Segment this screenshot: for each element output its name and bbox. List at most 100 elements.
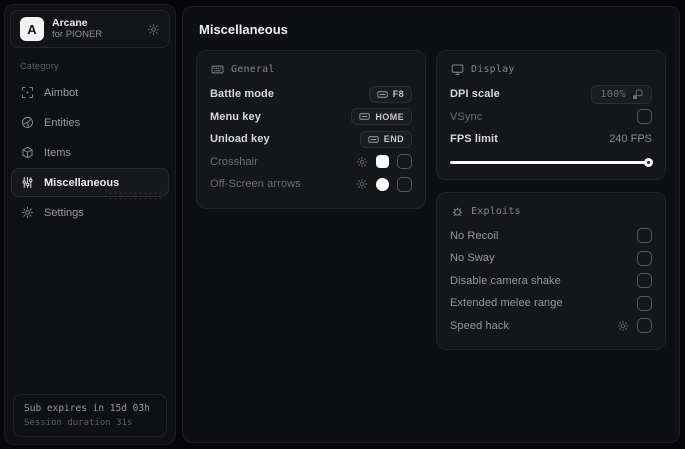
setting-row-unload-key: Unload key END [210, 128, 412, 151]
gear-icon[interactable] [356, 156, 368, 168]
content-columns: General Battle mode F8 Menu key HOME Unl… [196, 50, 666, 350]
setting-row-no-recoil: No Recoil [450, 225, 652, 248]
keybind-value: END [383, 134, 404, 145]
no-recoil-checkbox[interactable] [637, 228, 652, 244]
setting-row-offscreen-arrows: Off-Screen arrows [210, 173, 412, 196]
setting-label: Crosshair [210, 155, 258, 168]
display-panel: Display DPI scale 100% VSync FPS limit 2… [436, 50, 666, 180]
app-logo: A [20, 17, 44, 41]
setting-label: FPS limit [450, 133, 498, 146]
setting-row-speed-hack: Speed hack [450, 315, 652, 338]
offscreen-arrows-controls [356, 176, 412, 192]
setting-label: Battle mode [210, 88, 275, 101]
dpi-scale-value: 100% [600, 88, 626, 100]
no-sway-checkbox[interactable] [637, 250, 652, 266]
general-panel: General Battle mode F8 Menu key HOME Unl… [196, 50, 426, 209]
sidebar-item-label: Miscellaneous [44, 176, 120, 189]
right-column: Display DPI scale 100% VSync FPS limit 2… [436, 50, 666, 350]
sidebar-item-settings[interactable]: Settings [11, 198, 169, 227]
left-column: General Battle mode F8 Menu key HOME Unl… [196, 50, 426, 209]
setting-label: Disable camera shake [450, 274, 561, 287]
keybind-value: HOME [375, 111, 404, 122]
vsync-checkbox[interactable] [637, 109, 652, 125]
setting-label: No Recoil [450, 229, 499, 242]
scale-icon [633, 89, 643, 99]
setting-label: No Sway [450, 252, 495, 265]
sidebar-item-aimbot[interactable]: Aimbot [11, 78, 169, 107]
sub-expires-text: Sub expires in 15d 03h [24, 403, 150, 414]
setting-label: Speed hack [450, 319, 510, 332]
setting-row-crosshair: Crosshair [210, 151, 412, 174]
crosshair-checkbox[interactable] [397, 154, 412, 170]
speed-hack-controls [617, 318, 652, 334]
color-swatch[interactable] [376, 155, 389, 169]
crosshair-controls [356, 154, 412, 170]
setting-label: VSync [450, 110, 483, 123]
setting-label: Unload key [210, 133, 270, 146]
page-title: Miscellaneous [199, 22, 288, 37]
slider-track [450, 160, 652, 164]
app-meta: Arcane for PIONER [52, 17, 139, 41]
setting-row-fps-limit: FPS limit 240 FPS [450, 128, 652, 151]
sidebar-nav: Aimbot Entities Items Miscellaneous Sett… [5, 78, 175, 227]
slider-handle[interactable] [644, 157, 653, 167]
display-panel-header: Display [451, 63, 652, 76]
display-panel-title: Display [471, 64, 515, 75]
setting-row-extended-melee-range: Extended melee range [450, 292, 652, 315]
setting-row-disable-camera-shake: Disable camera shake [450, 270, 652, 293]
session-duration-text: Session duration 31s [24, 418, 133, 428]
app-header-card: A Arcane for PIONER [10, 10, 170, 48]
speed-hack-checkbox[interactable] [637, 318, 652, 334]
general-panel-title: General [231, 64, 275, 75]
sliders-icon [21, 176, 34, 189]
keybind-value: F8 [392, 89, 404, 100]
main-panel: Miscellaneous General Battle mode F8 Men… [182, 6, 680, 443]
color-swatch[interactable] [376, 177, 389, 191]
sidebar-item-label: Aimbot [44, 86, 79, 99]
fps-limit-slider[interactable] [450, 157, 653, 167]
sidebar-item-label: Items [44, 146, 71, 159]
sidebar-item-label: Settings [44, 206, 84, 219]
gear-icon[interactable] [147, 23, 160, 36]
offscreen-arrows-checkbox[interactable] [397, 176, 412, 192]
app-name: Arcane [52, 17, 88, 29]
sidebar-item-entities[interactable]: Entities [11, 108, 169, 137]
scan-icon [21, 86, 34, 99]
keyboard-icon [368, 136, 379, 143]
bug-icon [451, 205, 464, 218]
sidebar-item-miscellaneous[interactable]: Miscellaneous [11, 168, 169, 202]
sidebar: A Arcane for PIONER Category Aimbot Enti… [4, 4, 176, 445]
keybind-chip-menu-key[interactable]: HOME [351, 108, 412, 126]
general-panel-header: General [211, 63, 412, 76]
disable-camera-shake-checkbox[interactable] [637, 273, 652, 289]
setting-row-battle-mode: Battle mode F8 [210, 83, 412, 106]
category-label: Category [20, 61, 59, 71]
package-icon [21, 146, 34, 159]
radar-icon [21, 116, 34, 129]
exploits-panel-title: Exploits [471, 205, 521, 217]
subscription-card: Sub expires in 15d 03h Session duration … [13, 394, 167, 437]
keyboard-icon [377, 91, 388, 98]
gear-icon [21, 206, 34, 219]
monitor-icon [451, 63, 464, 76]
keybind-chip-battle-mode[interactable]: F8 [368, 85, 412, 103]
keyboard-icon [211, 63, 224, 76]
exploits-panel-header: Exploits [451, 205, 652, 218]
setting-label: Extended melee range [450, 297, 563, 310]
setting-row-no-sway: No Sway [450, 247, 652, 270]
exploits-panel: Exploits No Recoil No Sway Disable camer… [436, 191, 666, 350]
dpi-scale-select[interactable]: 100% [591, 84, 652, 104]
extended-melee-range-checkbox[interactable] [637, 295, 652, 311]
keybind-chip-unload-key[interactable]: END [359, 130, 412, 148]
app-subtitle: for PIONER [52, 29, 103, 41]
gear-icon[interactable] [617, 320, 629, 332]
setting-row-menu-key: Menu key HOME [210, 106, 412, 129]
setting-row-vsync: VSync [450, 106, 652, 129]
sidebar-item-items[interactable]: Items [11, 138, 169, 167]
keyboard-icon [359, 113, 371, 120]
fps-limit-value: 240 FPS [609, 133, 652, 146]
gear-icon[interactable] [356, 178, 368, 190]
setting-label: DPI scale [450, 88, 500, 101]
sidebar-item-label: Entities [44, 116, 81, 129]
setting-row-dpi-scale: DPI scale 100% [450, 83, 652, 106]
